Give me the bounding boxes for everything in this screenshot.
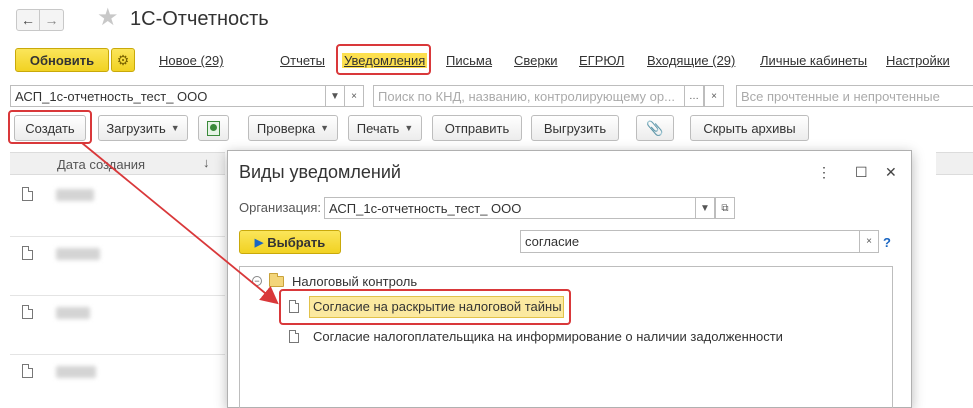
folder-icon [269,273,284,287]
nav-link-new[interactable]: Новое (29) [159,53,224,68]
document-icon [22,187,33,201]
open-link-icon[interactable]: ⧉ [715,197,735,219]
table-header-extra [936,152,973,175]
hide-archives-button[interactable]: Скрыть архивы [690,115,809,141]
collapse-icon[interactable]: − [252,276,262,286]
dialog-title: Виды уведомлений [239,162,401,182]
select-button-label: Выбрать [267,234,326,250]
nav-link-letters[interactable]: Письма [446,53,492,68]
table-row[interactable] [56,189,94,201]
send-button[interactable]: Отправить [432,115,522,141]
nav-link-reconciliations[interactable]: Сверки [514,53,558,68]
search-input[interactable]: Поиск по КНД, названию, контролирующему … [373,85,685,107]
load-button-label: Загрузить [106,120,166,136]
forward-button[interactable]: → [40,9,64,31]
nav-link-reports[interactable]: Отчеты [280,53,325,68]
ellipsis-icon[interactable]: … [684,85,704,107]
arrow-left-icon: ← [21,12,35,28]
maximize-icon[interactable]: ☐ [855,164,868,181]
organization-label: Организация: [239,200,322,215]
document-icon [22,305,33,319]
sort-arrow-icon[interactable]: ↓ [203,155,210,170]
help-icon[interactable]: ? [883,235,891,250]
highlight-frame-notifications [336,44,431,75]
dialog-organization-field[interactable]: АСП_1с-отчетность_тест_ ООО [324,197,697,219]
notification-types-dialog: Виды уведомлений ⋮ ☐ ✕ Организация: АСП_… [227,150,912,408]
chevron-down-icon[interactable]: ▼ [695,197,715,219]
highlight-frame-create [8,110,92,144]
chevron-down-icon: ▼ [404,123,414,133]
document-icon [22,364,33,378]
chevron-down-icon: ▼ [320,123,330,133]
clear-icon[interactable]: × [344,85,364,107]
star-icon[interactable]: ★ [97,6,119,30]
print-button-label: Печать [356,120,400,136]
dialog-search-input[interactable]: согласие [520,230,860,253]
nav-link-settings[interactable]: Настройки [886,53,950,68]
organization-field[interactable]: АСП_1с-отчетность_тест_ ООО [10,85,326,107]
row-divider [10,354,225,355]
check-button[interactable]: Проверка ▼ [248,115,338,141]
load-button[interactable]: Загрузить ▼ [98,115,188,141]
table-row[interactable] [56,248,100,260]
highlight-frame-selected-item [279,289,571,325]
chevron-down-icon: ▼ [170,123,180,133]
paperclip-icon: 📎 [646,119,664,136]
status-filter-field[interactable]: Все прочтенные и непрочтенные [736,85,973,107]
table-header: Дата создания ↓ [10,152,225,175]
print-button[interactable]: Печать ▼ [348,115,422,141]
nav-link-personal-accounts[interactable]: Личные кабинеты [760,53,867,68]
table-row[interactable] [56,307,90,319]
nav-link-egrul[interactable]: ЕГРЮЛ [579,53,624,68]
back-button[interactable]: ← [16,9,40,31]
add-from-file-button[interactable] [198,115,229,141]
clear-icon[interactable]: × [704,85,724,107]
select-button[interactable]: ▶ Выбрать [239,230,341,254]
gear-icon[interactable]: ⚙ [111,48,135,72]
tree-item-debt-info-consent[interactable]: Согласие налогоплательщика на информиров… [313,329,783,344]
table-row[interactable] [56,366,96,378]
excel-doc-icon [207,120,220,136]
row-divider [10,236,225,237]
select-arrow-icon: ▶ [254,236,264,249]
tree-group-tax-control[interactable]: Налоговый контроль [292,274,417,289]
notification-tree: − Налоговый контроль Согласие на раскрыт… [239,266,893,408]
more-menu-icon[interactable]: ⋮ [817,164,831,181]
close-icon[interactable]: ✕ [885,164,897,181]
nav-link-incoming[interactable]: Входящие (29) [647,53,735,68]
document-icon [289,330,299,343]
arrow-right-icon: → [44,12,59,28]
check-button-label: Проверка [256,120,316,136]
refresh-button[interactable]: Обновить [15,48,109,72]
chevron-down-icon[interactable]: ▼ [325,85,345,107]
document-icon [22,246,33,260]
clear-icon[interactable]: × [859,230,879,253]
column-header-date[interactable]: Дата создания [57,157,145,172]
attachment-button[interactable]: 📎 [636,115,674,141]
page-title: 1С-Отчетность [130,8,269,30]
row-divider [10,295,225,296]
export-button[interactable]: Выгрузить [531,115,619,141]
